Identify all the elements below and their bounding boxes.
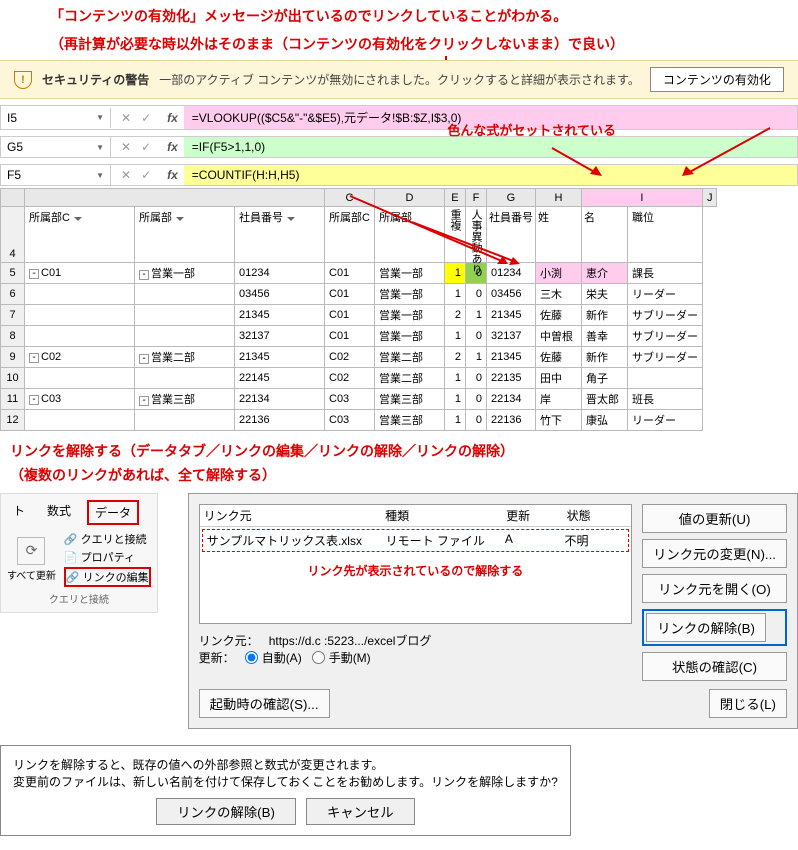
table-row[interactable]: 11 -C03-営業三部22134 C03営業三部 1 0 22134 岸 晋太… bbox=[1, 389, 717, 410]
btn-update-values[interactable]: 値の更新(U) bbox=[642, 504, 787, 533]
shield-icon: ! bbox=[14, 71, 32, 89]
fx-icon[interactable]: fx bbox=[161, 168, 184, 182]
edit-links-dialog: リンク元 種類 更新 状態 サンプルマトリックス表.xlsx リモート ファイル… bbox=[188, 493, 798, 729]
hdr-r-i2: 名 bbox=[581, 207, 627, 263]
btn-break-link[interactable]: リンクの解除(B) bbox=[646, 613, 766, 642]
table-row[interactable]: 8 32137 C01営業一部 1 0 32137 中曽根 善幸 サブリーダー bbox=[1, 326, 717, 347]
cancel-icon[interactable]: ✕ bbox=[121, 140, 131, 154]
formula-bar-G5[interactable]: G5 ✕ ✓ fx =IF(F5>1,1,0) bbox=[0, 136, 798, 158]
cancel-icon[interactable]: ✕ bbox=[121, 168, 131, 182]
ribbon-tab-formula[interactable]: 数式 bbox=[41, 500, 77, 525]
security-warning-bar: ! セキュリティの警告 一部のアクティブ コンテンツが無効にされました。クリック… bbox=[0, 60, 798, 99]
hdr-r-g: 人事異動あり bbox=[465, 207, 486, 263]
hdr-left-d: 所属部 bbox=[135, 207, 235, 263]
msgbox-line1: リンクを解除すると、既存の値への外部参照と数式が変更されます。 bbox=[13, 756, 558, 773]
link-list-note: リンク先が表示されているので解除する bbox=[200, 554, 631, 579]
hdr-r-i1: 姓 bbox=[535, 207, 581, 263]
refresh-all-button[interactable]: ⟳ すべて更新 bbox=[7, 537, 56, 582]
table-row[interactable]: 10 22145 C02営業二部 1 0 22135 田中 角子 bbox=[1, 368, 717, 389]
table-row[interactable]: 7 21345 C01営業一部 2 1 21345 佐藤 新作 サブリーダー bbox=[1, 305, 717, 326]
hdr-left-e: 社員番号 bbox=[235, 207, 325, 263]
btn-startup-prompt[interactable]: 起動時の確認(S)... bbox=[199, 689, 330, 718]
enter-icon[interactable]: ✓ bbox=[141, 111, 151, 125]
src-label: リンク元： bbox=[199, 632, 259, 649]
spreadsheet[interactable]: CDEFGHIJ 4 所属部C 所属部 社員番号 所属部C 所属部 重複 人事異… bbox=[0, 188, 717, 431]
upd-label: 更新： bbox=[199, 649, 235, 666]
fx-icon[interactable]: fx bbox=[161, 111, 184, 125]
name-box[interactable]: G5 bbox=[1, 137, 111, 157]
table-row[interactable]: 5 -C01-営業一部01234 C01営業一部 1 0 01234 小渕 恵介… bbox=[1, 263, 717, 284]
name-box[interactable]: I5 bbox=[1, 108, 111, 128]
msgbox-ok[interactable]: リンクの解除(B) bbox=[156, 798, 296, 825]
formula-content[interactable]: =IF(F5>1,1,0) bbox=[184, 137, 797, 157]
table-row[interactable]: 9 -C02-営業二部21345 C02営業二部 2 1 21345 佐藤 新作… bbox=[1, 347, 717, 368]
ribbon-properties[interactable]: 📄 プロパティ bbox=[64, 549, 151, 565]
ribbon-tab-data[interactable]: データ bbox=[87, 500, 139, 525]
enter-icon[interactable]: ✓ bbox=[141, 140, 151, 154]
ribbon-query-conn[interactable]: 🔗 クエリと接続 bbox=[64, 531, 151, 547]
btn-check-status[interactable]: 状態の確認(C) bbox=[642, 652, 787, 681]
link-list-row[interactable]: サンプルマトリックス表.xlsx リモート ファイル A 不明 bbox=[202, 529, 629, 552]
formula-bar-I5[interactable]: I5 ✕✓ fx =VLOOKUP(($C5&"-"&$E5),元データ!$B:… bbox=[0, 105, 798, 130]
radio-auto[interactable]: 自動(A) bbox=[245, 649, 302, 666]
refresh-icon: ⟳ bbox=[17, 537, 45, 565]
btn-open-source[interactable]: リンク元を開く(O) bbox=[642, 574, 787, 603]
break-link-title: リンクを解除する（データタブ／リンクの編集／リンクの解除／リンクの解除） bbox=[0, 431, 798, 463]
security-title: セキュリティの警告 bbox=[42, 71, 149, 88]
cancel-icon[interactable]: ✕ bbox=[121, 111, 131, 125]
col-type: 種類 bbox=[385, 507, 506, 524]
formula-note: 色んな式がセットされている bbox=[447, 120, 616, 139]
src-value: https://d.c :5223.../excelブログ bbox=[269, 632, 432, 649]
name-box[interactable]: F5 bbox=[1, 165, 111, 185]
col-source: リンク元 bbox=[204, 507, 385, 524]
ribbon-group-label: クエリと接続 bbox=[7, 591, 151, 606]
security-message: 一部のアクティブ コンテンツが無効にされました。クリックすると詳細が表示されます… bbox=[159, 71, 640, 88]
col-status: 状態 bbox=[567, 507, 627, 524]
fx-icon[interactable]: fx bbox=[161, 140, 184, 154]
table-row[interactable]: 6 03456 C01営業一部 1 0 03456 三木 栄夫 リーダー bbox=[1, 284, 717, 305]
enable-content-button[interactable]: コンテンツの有効化 bbox=[650, 67, 784, 92]
table-row[interactable]: 12 22136 C03営業三部 1 0 22136 竹下 康弘 リーダー bbox=[1, 410, 717, 431]
enter-icon[interactable]: ✓ bbox=[141, 168, 151, 182]
radio-manual[interactable]: 手動(M) bbox=[312, 649, 371, 666]
col-update: 更新 bbox=[506, 507, 566, 524]
link-list[interactable]: リンク元 種類 更新 状態 サンプルマトリックス表.xlsx リモート ファイル… bbox=[199, 504, 632, 624]
hdr-r-h: 社員番号 bbox=[486, 207, 535, 263]
confirm-msgbox: リンクを解除すると、既存の値への外部参照と数式が変更されます。 変更前のファイル… bbox=[0, 745, 571, 836]
ribbon-tab-home[interactable]: ト bbox=[7, 500, 31, 525]
msgbox-cancel[interactable]: キャンセル bbox=[306, 798, 415, 825]
btn-change-source[interactable]: リンク元の変更(N)... bbox=[642, 539, 787, 568]
btn-close[interactable]: 閉じる(L) bbox=[709, 689, 787, 718]
hdr-r-c: 所属部C bbox=[325, 207, 375, 263]
formula-content[interactable]: =COUNTIF(H:H,H5) bbox=[184, 165, 797, 185]
formula-bar-F5[interactable]: F5 ✕ ✓ fx =COUNTIF(H:H,H5) bbox=[0, 164, 798, 186]
annotation-line1: 「コンテンツの有効化」メッセージが出ているのでリンクしていることがわかる。 bbox=[0, 0, 798, 28]
hdr-left-c: 所属部C bbox=[25, 207, 135, 263]
hdr-r-f: 重複 bbox=[444, 207, 465, 263]
hdr-r-d: 所属部 bbox=[374, 207, 444, 263]
ribbon-section: ト 数式 データ ⟳ すべて更新 🔗 クエリと接続 📄 プロパティ 🔗 リンクの… bbox=[0, 493, 158, 613]
break-link-sub: （複数のリンクがあれば、全て解除する） bbox=[0, 463, 798, 487]
ribbon-edit-links[interactable]: 🔗 リンクの編集 bbox=[64, 567, 151, 587]
hdr-r-j: 職位 bbox=[627, 207, 702, 263]
annotation-line2: （再計算が必要な時以外はそのまま（コンテンツの有効化をクリックしないまま）で良い… bbox=[0, 28, 798, 56]
msgbox-line2: 変更前のファイルは、新しい名前を付けて保存しておくことをお勧めします。リンクを解… bbox=[13, 773, 558, 790]
